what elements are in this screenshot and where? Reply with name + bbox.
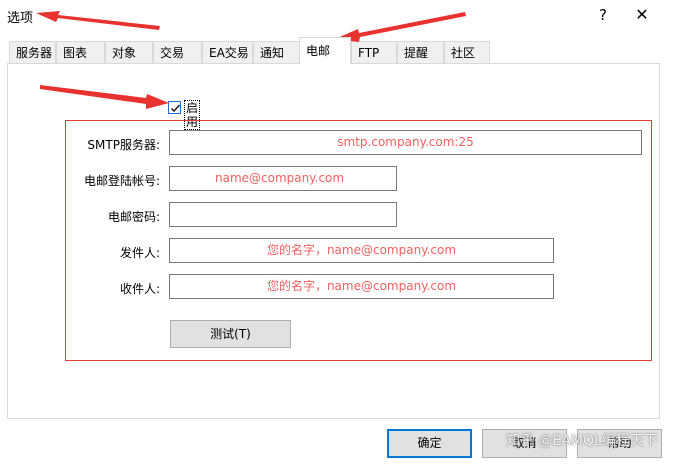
checkmark-icon (170, 104, 181, 113)
dialog-title: 选项 (7, 11, 34, 26)
login-label: 电邮登陆帐号: (83, 174, 160, 188)
password-label: 电邮密码: (107, 210, 160, 224)
ok-button[interactable]: 确定 (387, 429, 472, 458)
tab-ftp[interactable]: FTP (351, 41, 397, 63)
tab-objects[interactable]: 对象 (105, 41, 153, 63)
cancel-button[interactable]: 取消 (482, 429, 567, 458)
from-input[interactable]: 您的名字，name@company.com (169, 238, 554, 263)
help-button[interactable]: 帮助 (577, 429, 662, 458)
test-button[interactable]: 测试(T) (170, 320, 291, 348)
enable-checkbox[interactable] (168, 101, 181, 114)
tab-notifications[interactable]: 通知 (253, 41, 300, 63)
options-dialog: 选项 ? ✕ 服务器 图表 对象 交易 EA交易 通知 电邮 FTP 提醒 社区… (0, 0, 673, 470)
tab-email[interactable]: 电邮 (299, 37, 351, 64)
to-label: 收件人: (119, 282, 160, 296)
tab-expert-advisors[interactable]: EA交易 (202, 41, 253, 63)
arrow-to-email-tab (335, 12, 466, 42)
help-icon[interactable]: ? (596, 6, 610, 24)
smtp-server-input[interactable]: smtp.company.com:25 (169, 130, 642, 155)
password-input[interactable] (169, 202, 397, 227)
smtp-server-label: SMTP服务器: (87, 138, 160, 152)
tab-community[interactable]: 社区 (444, 41, 490, 63)
tab-server[interactable]: 服务器 (9, 41, 56, 63)
to-input[interactable]: 您的名字，name@company.com (169, 274, 554, 299)
tab-charts[interactable]: 图表 (56, 41, 105, 63)
from-label: 发件人: (119, 246, 160, 260)
tab-alerts[interactable]: 提醒 (397, 41, 444, 63)
arrow-to-title (36, 11, 160, 30)
tab-trade[interactable]: 交易 (153, 41, 202, 63)
login-input[interactable]: name@company.com (169, 166, 397, 191)
close-icon[interactable]: ✕ (634, 5, 650, 24)
